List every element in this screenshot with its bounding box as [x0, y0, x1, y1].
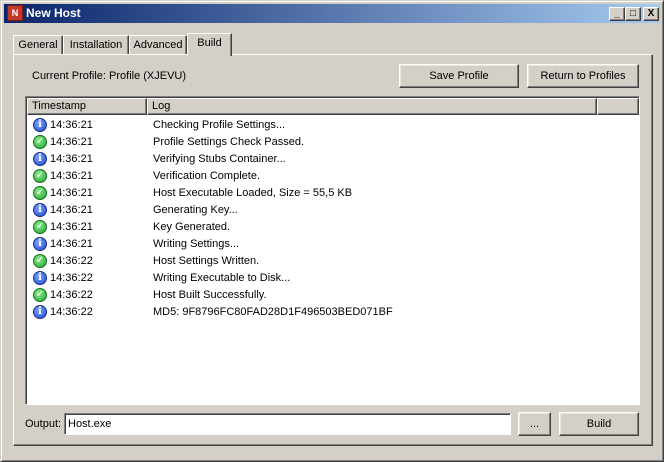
tab-installation[interactable]: Installation [63, 35, 129, 55]
log-message: Generating Key... [153, 204, 238, 216]
log-message: MD5: 9F8796FC80FAD28D1F496503BED071BF [153, 306, 393, 318]
info-icon: i [33, 271, 47, 285]
log-row[interactable]: ✓ 14:36:21 Host Executable Loaded, Size = … [28, 185, 638, 202]
log-timestamp: 14:36:22 [50, 306, 93, 318]
column-header-filler [597, 98, 639, 115]
log-row[interactable]: ✓ 14:36:21 Key Generated. [28, 219, 638, 236]
browse-button[interactable]: ... [518, 412, 551, 436]
log-timestamp: 14:36:21 [50, 136, 93, 148]
output-label: Output: [25, 418, 62, 430]
check-icon: ✓ [33, 254, 47, 268]
column-header-timestamp[interactable]: Timestamp [27, 98, 147, 115]
output-filename-input[interactable] [64, 413, 511, 435]
save-profile-button[interactable]: Save Profile [399, 64, 519, 88]
log-row[interactable]: ✓ 14:36:22 Host Built Successfully. [28, 287, 638, 304]
log-message: Host Executable Loaded, Size = 55,5 KB [153, 187, 353, 199]
check-icon: ✓ [33, 186, 47, 200]
log-message: Profile Settings Check Passed. [153, 136, 305, 148]
check-icon: ✓ [33, 169, 47, 183]
log-timestamp: 14:36:21 [50, 238, 93, 250]
info-icon: i [33, 118, 47, 132]
log-timestamp: 14:36:22 [50, 272, 93, 284]
log-row[interactable]: i 14:36:21 Generating Key... [28, 202, 638, 219]
log-timestamp: 14:36:22 [50, 255, 93, 267]
log-message: Checking Profile Settings... [153, 119, 286, 131]
current-profile-label: Current Profile: Profile (XJEVU) [32, 70, 187, 82]
log-message: Key Generated. [153, 221, 231, 233]
info-icon: i [33, 237, 47, 251]
log-row[interactable]: ✓ 14:36:22 Host Settings Written. [28, 253, 638, 270]
log-message: Writing Settings... [153, 238, 239, 250]
log-message: Host Settings Written. [153, 255, 260, 267]
tab-advanced[interactable]: Advanced [129, 35, 187, 55]
maximize-button[interactable]: □ [625, 7, 641, 21]
minimize-button[interactable]: _ [609, 7, 625, 21]
log-message: Verifying Stubs Container... [153, 153, 286, 165]
tab-general[interactable]: General [13, 35, 63, 55]
build-button[interactable]: Build [559, 412, 639, 436]
tab-build[interactable]: Build [187, 33, 232, 56]
check-icon: ✓ [33, 288, 47, 302]
info-icon: i [33, 152, 47, 166]
title-bar[interactable]: N New Host _ □ X [4, 4, 660, 23]
info-icon: i [33, 305, 47, 319]
log-timestamp: 14:36:21 [50, 153, 93, 165]
log-timestamp: 14:36:21 [50, 204, 93, 216]
log-message: Writing Executable to Disk... [153, 272, 291, 284]
return-to-profiles-button[interactable]: Return to Profiles [527, 64, 639, 88]
log-timestamp: 14:36:21 [50, 221, 93, 233]
log-row[interactable]: i 14:36:22 Writing Executable to Disk... [28, 270, 638, 287]
log-row[interactable]: i 14:36:21 Checking Profile Settings... [28, 117, 638, 134]
new-host-window: N New Host _ □ X General Installation Ad… [0, 0, 664, 462]
log-timestamp: 14:36:21 [50, 187, 93, 199]
check-icon: ✓ [33, 220, 47, 234]
column-header-log[interactable]: Log [147, 98, 597, 115]
log-timestamp: 14:36:21 [50, 170, 93, 182]
app-icon: N [7, 5, 23, 21]
log-row[interactable]: i 14:36:21 Writing Settings... [28, 236, 638, 253]
log-row[interactable]: i 14:36:21 Verifying Stubs Container... [28, 151, 638, 168]
log-timestamp: 14:36:22 [50, 289, 93, 301]
log-row[interactable]: ✓ 14:36:21 Verification Complete. [28, 168, 638, 185]
build-log-list[interactable]: Timestamp Log i 14:36:21 Checking Profile … [25, 96, 640, 405]
close-button[interactable]: X [643, 7, 659, 21]
log-timestamp: 14:36:21 [50, 119, 93, 131]
log-message: Verification Complete. [153, 170, 260, 182]
check-icon: ✓ [33, 135, 47, 149]
info-icon: i [33, 203, 47, 217]
log-message: Host Built Successfully. [153, 289, 267, 301]
log-row[interactable]: i 14:36:22 MD5: 9F8796FC80FAD28D1F496503BE… [28, 304, 638, 321]
window-title: New Host [26, 6, 81, 20]
log-row[interactable]: ✓ 14:36:21 Profile Settings Check Passed. [28, 134, 638, 151]
